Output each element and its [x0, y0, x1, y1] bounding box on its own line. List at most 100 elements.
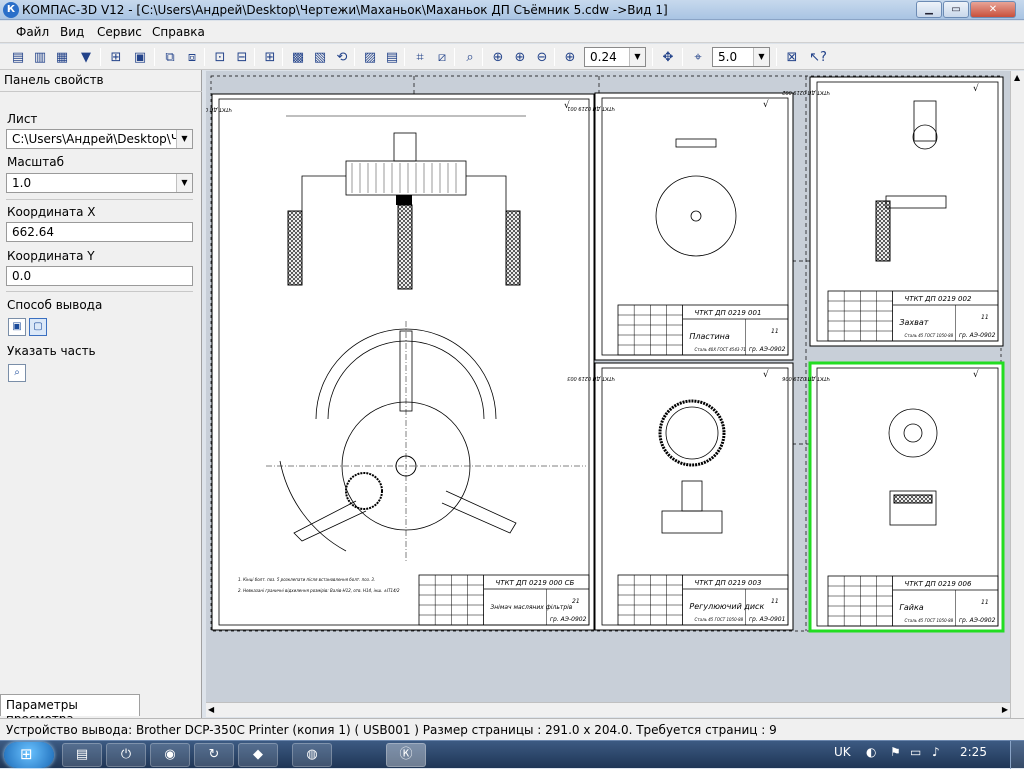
grid-icon[interactable]: ⊞	[260, 47, 280, 67]
kompas-logo-icon: К	[3, 2, 19, 18]
output-mode-1-icon[interactable]: ▣	[8, 318, 26, 336]
roughness-mark: √	[763, 369, 769, 380]
scale-combo[interactable]: 0.24 ▼	[584, 47, 646, 67]
chrome-icon[interactable]: ◉	[150, 743, 190, 767]
flag-icon[interactable]: ⚑	[890, 745, 901, 759]
minimize-button[interactable]: ▁	[916, 1, 942, 18]
select-part-icon[interactable]: ⌕	[8, 364, 26, 382]
arrange-icon[interactable]: ⧈	[182, 47, 202, 67]
pan-icon[interactable]: ✥	[658, 47, 678, 67]
maximize-button[interactable]: ▭	[943, 1, 969, 18]
snap-icon[interactable]: ⌖	[688, 47, 708, 67]
exit-preview-icon[interactable]: ⊠	[782, 47, 802, 67]
sheet-stamp: ЧТКТ ДП 0219 006	[905, 580, 972, 588]
sheet-material: Сталь 45 ГОСТ 1050-88	[695, 617, 744, 622]
print-icon[interactable]: ▤	[8, 47, 28, 67]
window-title: КОМПАС-3D V12 - [C:\Users\Андрей\Desktop…	[22, 3, 668, 17]
select-part-label: Указать часть	[7, 344, 96, 358]
sheet-material: Сталь 45 ГОСТ 1050-88	[905, 333, 954, 338]
page-layout-icon[interactable]: ▣	[130, 47, 150, 67]
sheet-stamp: ЧТКТ ДП 0219 001	[695, 309, 762, 317]
menu-service[interactable]: Сервис	[97, 25, 142, 39]
paste-icon[interactable]: ▨	[360, 47, 380, 67]
sheet-stamp: ЧТКТ ДП 0219 003	[695, 579, 762, 587]
help-pointer-icon[interactable]: ↖?	[808, 47, 828, 67]
monitor-icon[interactable]: ▭	[910, 745, 921, 759]
print-area-icon[interactable]: ⌗	[410, 47, 430, 67]
firefox-icon[interactable]: ◍	[292, 743, 332, 767]
scale-icon[interactable]: ⧄	[432, 47, 452, 67]
drawing-sheet[interactable]: ЧТКТ ДП 0219 006 Гайка гр. АЭ-0902 11 Сталь …	[782, 361, 1005, 633]
copy-pages-icon[interactable]: ⧉	[160, 47, 180, 67]
sheet-label: Лист	[7, 112, 38, 126]
drawing-sheet[interactable]: ЧТКТ ДП 0219 001 Пластина гр. АЭ-0902 11 Ста…	[567, 92, 794, 361]
sheet-group: гр. АЭ-0902	[959, 332, 996, 339]
language-indicator[interactable]: UK	[834, 745, 851, 759]
coord-y-label: Координата Y	[7, 249, 95, 263]
scale-select[interactable]: 1.0 ▼	[6, 173, 193, 193]
sheet-group: гр. АЭ-0901	[749, 616, 786, 623]
scale-label: Масштаб	[7, 155, 65, 169]
layout-icon[interactable]: ⊞	[106, 47, 126, 67]
rotate-icon[interactable]: ⟲	[332, 47, 352, 67]
tab-view-parameters[interactable]: Параметры просмотра	[0, 694, 140, 726]
drawing-sheets: ЧТКТ ДП 0219 000 СБ Знімач масляних фільт…	[206, 75, 1005, 633]
explorer-icon[interactable]: ▤	[62, 743, 102, 767]
assembly-note-2: 2. Невказані граничні відхилення розмірі…	[238, 588, 400, 593]
sheet-material: Сталь 45 ГОСТ 1050-88	[905, 618, 954, 623]
sheet-name: Регулюючий диск	[689, 602, 764, 611]
menu-view[interactable]: Вид	[60, 25, 84, 39]
coord-y-input[interactable]: 0.0	[6, 266, 193, 286]
properties-panel: Панель свойств Лист C:\Users\Андрей\Desk…	[0, 70, 202, 726]
assembly-note-1: 1. Кінці болт. поз. 5 розклепати після в…	[238, 577, 375, 582]
filter-icon[interactable]: ▼	[76, 47, 96, 67]
sheet-group: гр. АЭ-0902	[749, 346, 786, 353]
menu-file[interactable]: Файл	[16, 25, 49, 39]
zoom-out-icon[interactable]: ⊖	[532, 47, 552, 67]
document-settings-icon[interactable]: ▦	[52, 47, 72, 67]
sheet-group: гр. АЭ-0902	[550, 616, 587, 623]
coord-x-input[interactable]: 662.64	[6, 222, 193, 242]
step-combo[interactable]: 5.0 ▼	[712, 47, 770, 67]
show-desktop-button[interactable]	[1010, 741, 1024, 769]
sheet-name: Захват	[899, 318, 928, 327]
menu-help[interactable]: Справка	[152, 25, 205, 39]
volume-icon[interactable]: ♪	[932, 745, 940, 759]
sheet-select[interactable]: C:\Users\Андрей\Desktop\Че ▼	[6, 129, 193, 149]
tile-blue-icon[interactable]: ▧	[310, 47, 330, 67]
fit-width-icon[interactable]: ⊟	[232, 47, 252, 67]
sheet-name: Гайка	[899, 603, 923, 612]
start-button[interactable]	[4, 742, 54, 768]
sheet-top-code: ЧТКТ ДП 0219 001	[567, 105, 615, 111]
app-window: К КОМПАС-3D V12 - [C:\Users\Андрей\Deskt…	[0, 0, 1024, 740]
tile-green-icon[interactable]: ▩	[288, 47, 308, 67]
horizontal-scrollbar[interactable]: ◀ ▶	[206, 702, 1010, 717]
power-icon[interactable]: ⏻	[106, 743, 146, 767]
zoom-window-icon[interactable]: ⌕	[460, 47, 480, 67]
zoom-in-icon[interactable]: ⊕	[510, 47, 530, 67]
clock[interactable]: 2:25	[960, 745, 987, 759]
fit-page-icon[interactable]: ⊡	[210, 47, 230, 67]
output-mode-label: Способ вывода	[7, 298, 103, 312]
sheet-top-code: ЧТКТ ДП 0219 000 СБ	[206, 106, 232, 112]
sheet-number: 11	[981, 314, 989, 321]
print-preview-canvas[interactable]: ЧТКТ ДП 0219 000 СБ Знімач масляних фільт…	[206, 71, 1010, 702]
toolbar: ▤ ▥ ▦ ▼ ⊞ ▣ ⧉ ⧈ ⊡ ⊟ ⊞ ▩ ▧ ⟲ ▨ ▤ ⌗ ⧄ ⌕ ⊕ …	[0, 44, 1024, 70]
sheet-material: Сталь 40Х ГОСТ 4543-71	[695, 347, 746, 352]
print-setup-icon[interactable]: ▥	[30, 47, 50, 67]
sheet-top-code: ЧТКТ ДП 0219 003	[567, 375, 615, 381]
status-bar: Устройство вывода: Brother DCP-350C Prin…	[0, 718, 1024, 740]
app-icon[interactable]: ◆	[238, 743, 278, 767]
kompas-icon[interactable]: Ⓚ	[386, 743, 426, 767]
drawing-sheet[interactable]: ЧТКТ ДП 0219 002 Захват гр. АЭ-0902 11 Сталь…	[782, 76, 1004, 347]
close-button[interactable]: ✕	[970, 1, 1016, 18]
zoom-scale-icon[interactable]: ⊕	[560, 47, 580, 67]
update-icon[interactable]: ↻	[194, 743, 234, 767]
vertical-scrollbar[interactable]: ▲	[1010, 71, 1024, 718]
roughness-mark: √	[763, 99, 769, 110]
zoom-icon[interactable]: ⊕	[488, 47, 508, 67]
sheet-number: 11	[981, 599, 989, 606]
network-icon[interactable]: ◐	[866, 745, 876, 759]
sheet-icon[interactable]: ▤	[382, 47, 402, 67]
output-mode-2-icon[interactable]: ▢	[29, 318, 47, 336]
